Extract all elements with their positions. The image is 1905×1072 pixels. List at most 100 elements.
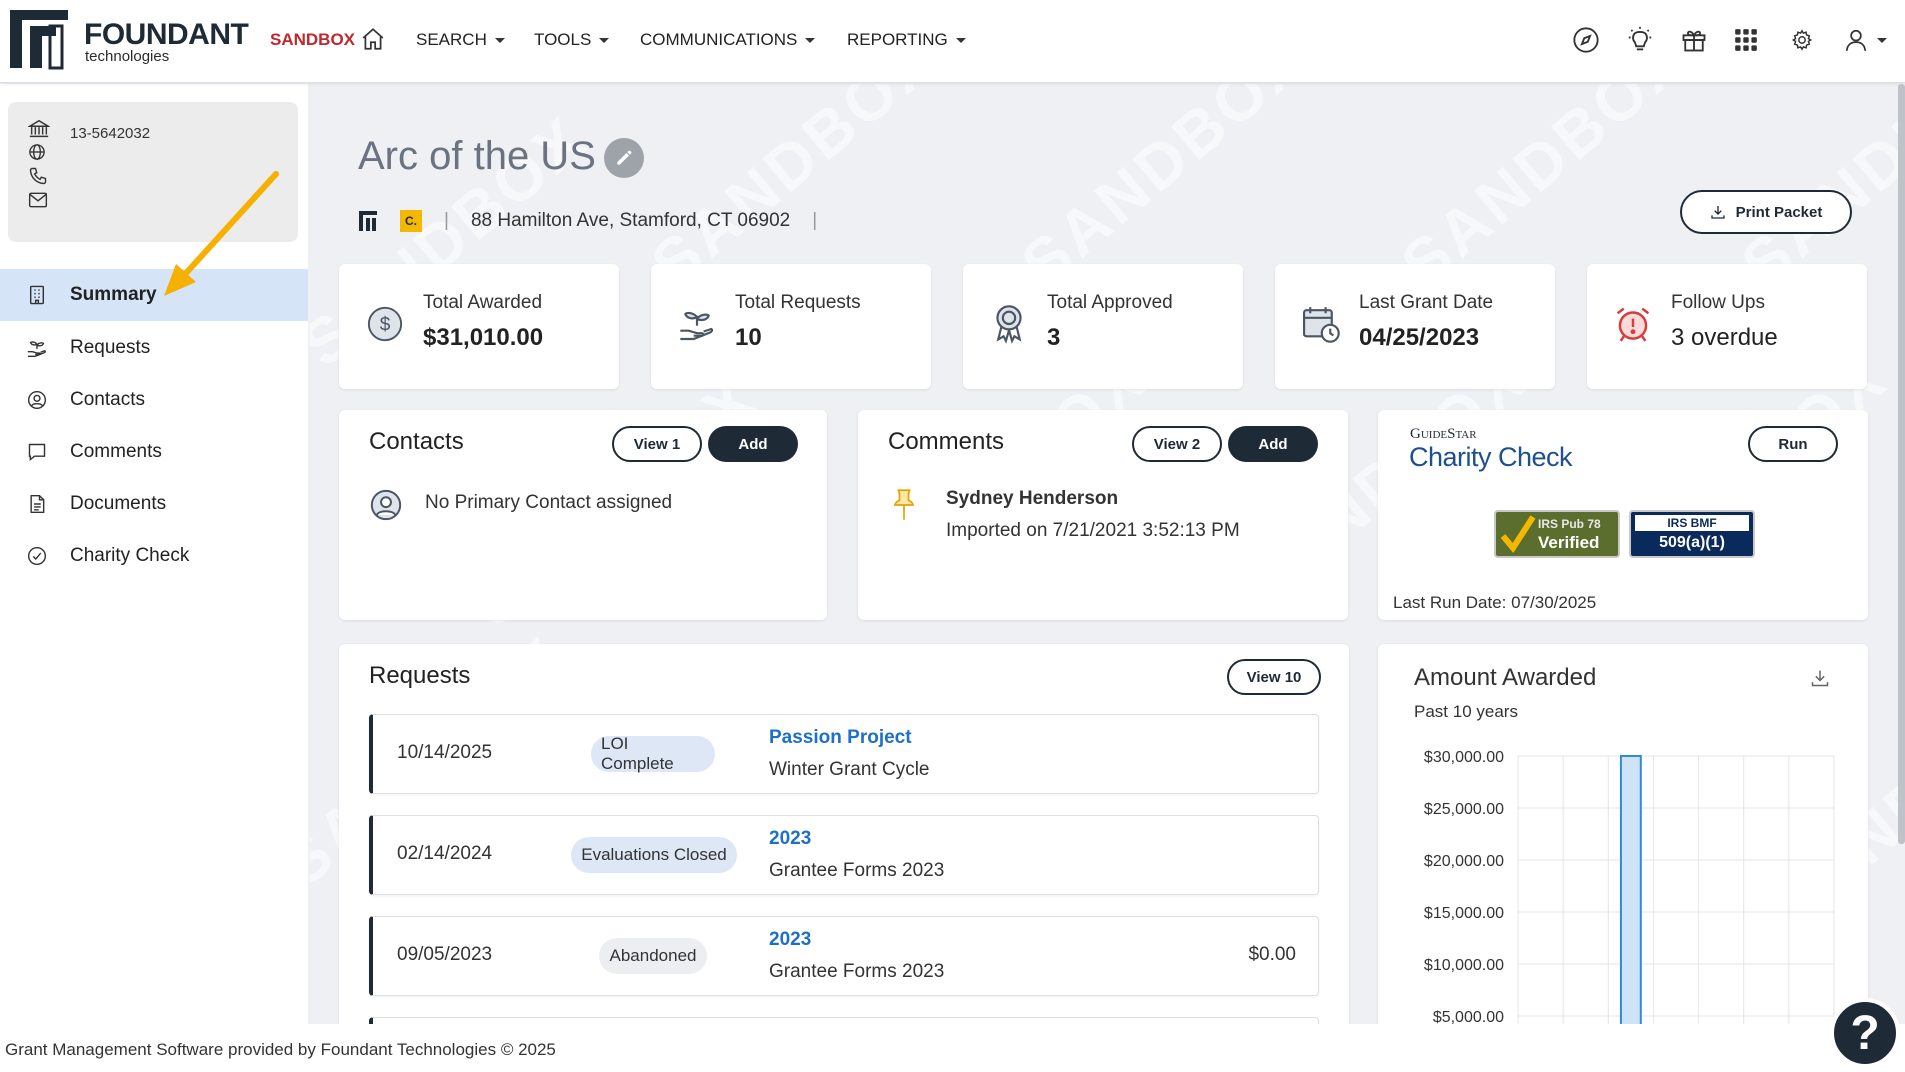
y-tick-label: $20,000.00: [1424, 853, 1504, 870]
alarm-clock-icon: [1613, 304, 1653, 344]
foundant-logo[interactable]: FOUNDANT technologies: [8, 8, 249, 72]
stat-value: 3 overdue: [1671, 324, 1778, 351]
chevron-down-icon: [805, 37, 816, 43]
card-title: Comments: [888, 428, 1005, 455]
run-charity-check-button[interactable]: Run: [1748, 426, 1838, 462]
stat-label: Last Grant Date: [1359, 292, 1494, 313]
sidebar-item-label: Contacts: [70, 389, 145, 410]
user-icon: [1845, 29, 1867, 51]
download-icon: [1710, 206, 1725, 219]
view-comments-button[interactable]: View 2: [1132, 426, 1222, 462]
guidestar-label: GuideStar: [1410, 426, 1477, 442]
sidebar-item-charity-check[interactable]: Charity Check: [0, 530, 308, 582]
sidebar-item-label: Comments: [70, 441, 162, 462]
user-circle-icon: [26, 389, 48, 411]
sidebar-item-comments[interactable]: Comments: [0, 426, 308, 478]
mail-icon[interactable]: [28, 191, 48, 209]
sidebar-item-label: Charity Check: [70, 545, 190, 566]
request-date: 09/05/2023: [397, 944, 493, 965]
card-title: Contacts: [369, 428, 464, 455]
foundant-logo-icon: [10, 10, 68, 70]
nav-tools[interactable]: TOOLS: [534, 30, 610, 50]
stat-follow-ups[interactable]: Follow Ups 3 overdue: [1587, 264, 1867, 389]
document-icon: [26, 493, 48, 515]
svg-text:$: $: [380, 315, 391, 336]
gear-icon[interactable]: [1786, 24, 1818, 56]
amount-awarded-card: Amount Awarded Past 10 years $30,000.00 $…: [1378, 644, 1868, 1044]
logo-subtitle: technologies: [85, 48, 170, 65]
nav-search[interactable]: SEARCH: [416, 30, 505, 50]
request-amount: $0.00: [1248, 944, 1296, 965]
request-row[interactable]: 09/05/2023 Abandoned 2023 Grantee Forms …: [369, 916, 1319, 996]
top-navbar: FOUNDANT technologies SANDBOX SEARCH TOO…: [0, 0, 1905, 83]
charity-check-title: Charity Check: [1409, 442, 1573, 472]
request-name-link[interactable]: 2023: [769, 828, 811, 850]
home-icon[interactable]: [360, 26, 386, 52]
request-row[interactable]: 02/14/2024 Evaluations Closed 2023 Grant…: [369, 815, 1319, 895]
y-tick-label: $15,000.00: [1424, 905, 1504, 922]
comments-card: Comments View 2 Add Sydney Henderson Imp…: [858, 410, 1348, 620]
irs-pub78-badge: IRS Pub 78 Verified: [1494, 510, 1620, 558]
globe-icon[interactable]: [28, 143, 46, 161]
ein-number: 13-5642032: [70, 125, 151, 142]
comment-icon: [26, 441, 48, 463]
apps-grid-icon[interactable]: [1730, 24, 1762, 56]
scrollbar[interactable]: [1898, 84, 1905, 844]
phone-icon[interactable]: [28, 166, 48, 186]
badge-bottom-text: Verified: [1538, 533, 1600, 552]
comment-author: Sydney Henderson: [946, 488, 1119, 509]
view-requests-button[interactable]: View 10: [1227, 659, 1321, 695]
view-contacts-button[interactable]: View 1: [612, 426, 702, 462]
sidebar-item-requests[interactable]: Requests: [0, 322, 308, 374]
calendar-clock-icon: [1301, 304, 1341, 344]
sidebar: 13-5642032 Summary Requests Contacts Com: [0, 84, 308, 1024]
irs-bmf-badge: IRS BMF 509(a)(1): [1629, 510, 1755, 558]
foundant-mini-icon: [359, 211, 377, 231]
sidebar-item-documents[interactable]: Documents: [0, 478, 308, 530]
org-info-card: 13-5642032: [8, 102, 298, 242]
stat-label: Total Requests: [735, 292, 861, 313]
lightbulb-icon[interactable]: [1624, 24, 1656, 56]
nav-communications[interactable]: COMMUNICATIONS: [640, 30, 816, 50]
help-button[interactable]: ?: [1830, 998, 1900, 1068]
y-tick-label: $25,000.00: [1424, 801, 1504, 818]
candid-badge[interactable]: C.: [400, 210, 422, 232]
sidebar-item-contacts[interactable]: Contacts: [0, 374, 308, 426]
stat-value: 04/25/2023: [1359, 324, 1480, 351]
request-cycle: Grantee Forms 2023: [769, 961, 945, 982]
sandbox-label: SANDBOX: [270, 30, 356, 49]
page-title: Arc of the US: [358, 134, 596, 178]
sidebar-item-summary[interactable]: Summary: [0, 269, 308, 321]
separator: |: [444, 210, 449, 231]
stat-value: 10: [735, 324, 762, 351]
add-contact-button[interactable]: Add: [708, 426, 798, 462]
chart-bar[interactable]: [1619, 755, 1642, 1044]
award-ribbon-icon: [989, 304, 1029, 344]
charity-check-card: GuideStar Charity Check Run IRS Pub 78 V…: [1378, 410, 1868, 620]
stat-value: 3: [1047, 324, 1061, 351]
add-comment-button[interactable]: Add: [1228, 426, 1318, 462]
chevron-down-icon: [494, 37, 505, 43]
edit-org-button[interactable]: [604, 138, 644, 178]
gift-icon[interactable]: [1678, 24, 1710, 56]
chevron-down-icon: [955, 37, 966, 43]
sidebar-item-label: Requests: [70, 337, 151, 358]
print-packet-button[interactable]: Print Packet: [1680, 190, 1852, 234]
request-row[interactable]: 10/14/2025 LOI Complete Passion Project …: [369, 714, 1319, 794]
chevron-down-icon: [1877, 37, 1887, 43]
request-date: 10/14/2025: [397, 742, 493, 763]
bank-icon: [28, 118, 50, 140]
request-name-link[interactable]: Passion Project: [769, 727, 912, 749]
footer-text: Grant Management Software provided by Fo…: [5, 1040, 556, 1059]
badge-bottom-text: 509(a)(1): [1659, 534, 1725, 551]
chevron-down-icon: [599, 37, 610, 43]
user-menu[interactable]: [1842, 24, 1888, 56]
request-name-link[interactable]: 2023: [769, 929, 811, 951]
hand-seedling-icon: [26, 337, 48, 359]
nav-reporting[interactable]: REPORTING: [847, 30, 966, 50]
dollar-circle-icon: $: [365, 304, 405, 344]
compass-icon[interactable]: [1570, 24, 1602, 56]
org-address: 88 Hamilton Ave, Stamford, CT 06902: [470, 210, 791, 231]
footer: Grant Management Software provided by Fo…: [0, 1024, 1905, 1072]
amount-awarded-chart: $30,000.00 $25,000.00 $20,000.00 $15,000.00…: [1424, 749, 1835, 1044]
